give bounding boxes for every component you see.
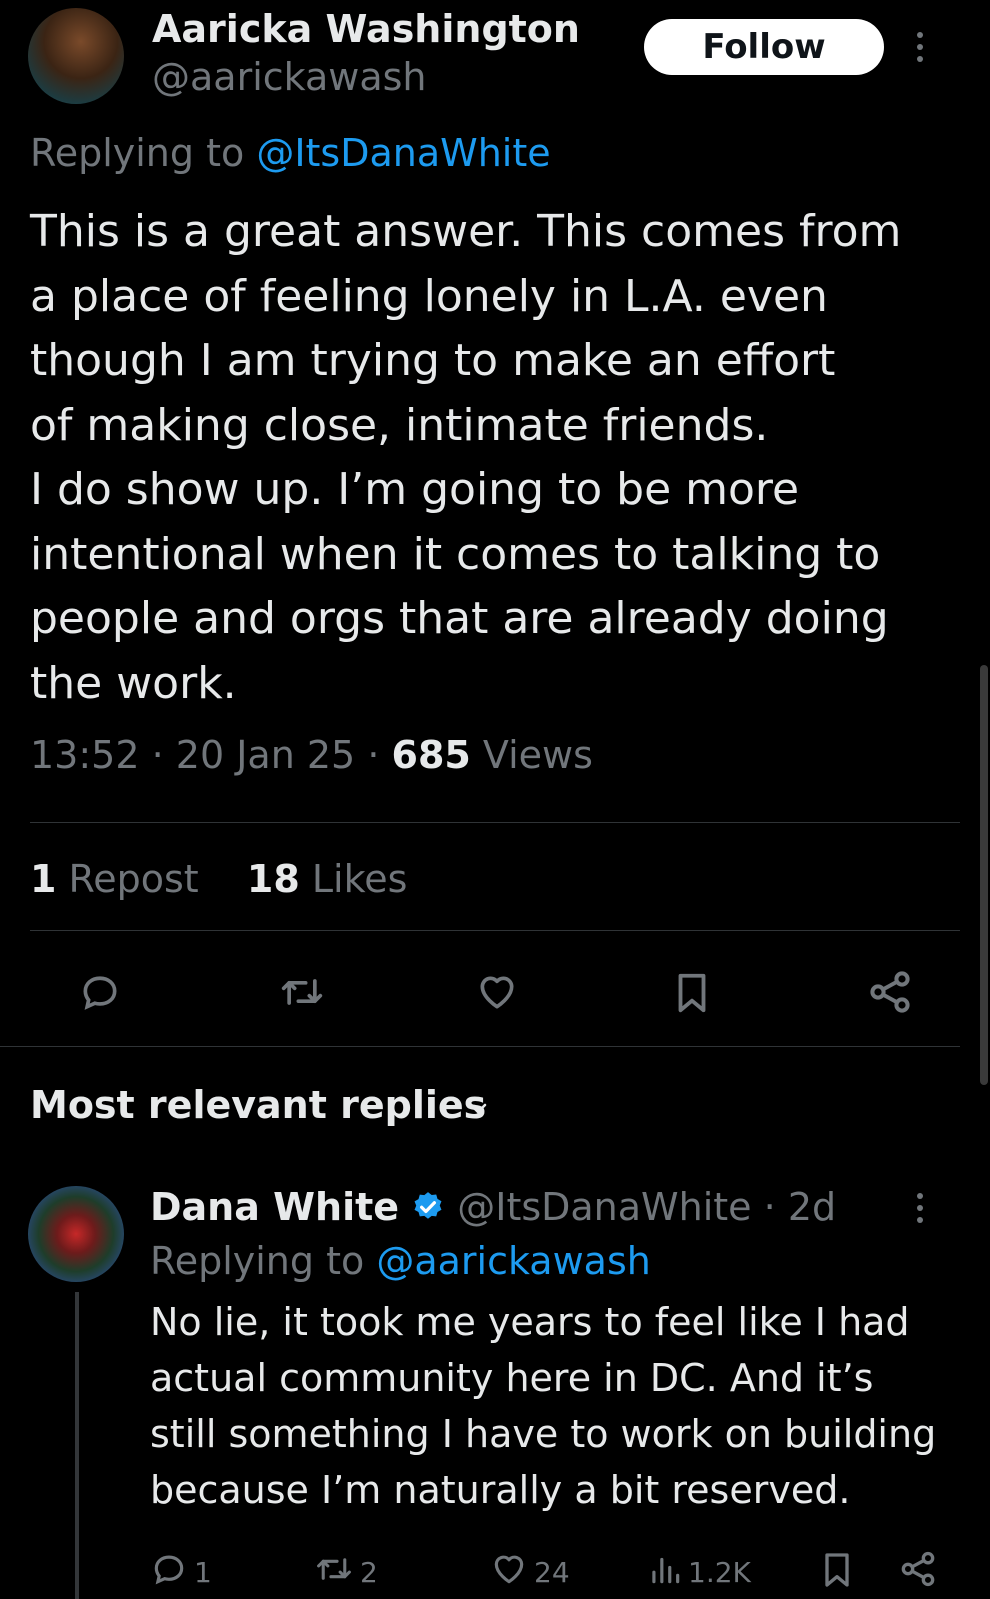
replying-to-handle[interactable]: @ItsDanaWhite: [256, 131, 550, 175]
reposts-count: 1: [30, 857, 57, 901]
divider: [30, 822, 960, 823]
replying-prefix: Replying to: [30, 131, 245, 175]
follow-button[interactable]: Follow: [644, 19, 884, 75]
reply-replying-to-handle[interactable]: @aarickawash: [376, 1239, 651, 1283]
likes-stat[interactable]: 18 Likes: [247, 857, 408, 901]
reply-avatar[interactable]: [28, 1186, 124, 1282]
reply-replying-prefix: Replying to: [150, 1239, 365, 1283]
tweet-meta: 13:52 · 20 Jan 25 · 685 Views: [30, 733, 593, 777]
reply-views-action[interactable]: 1.2K: [648, 1550, 751, 1595]
reply-replying-to: Replying to @aarickawash: [150, 1236, 651, 1286]
reposts-stat[interactable]: 1 Repost: [30, 857, 199, 901]
like-icon: [490, 1550, 528, 1595]
reply-icon[interactable]: [78, 970, 122, 1014]
replies-sort-header[interactable]: Most relevant replies: [30, 1080, 486, 1130]
share-icon[interactable]: [866, 968, 914, 1016]
reply-text: No lie, it took me years to feel like I …: [150, 1300, 937, 1512]
reply-bookmark-icon[interactable]: [820, 1550, 854, 1590]
views-label: Views: [482, 733, 593, 777]
tweet-time[interactable]: 13:52: [30, 733, 140, 777]
scrollbar[interactable]: [980, 665, 988, 1085]
chevron-down-icon[interactable]: [466, 1096, 490, 1120]
author-handle[interactable]: @aarickawash: [152, 54, 427, 100]
more-icon[interactable]: [910, 28, 930, 66]
reply-reply-action[interactable]: 1: [150, 1550, 212, 1595]
reply-more-icon[interactable]: [910, 1190, 930, 1226]
repost-icon[interactable]: [278, 970, 326, 1014]
tweet-date[interactable]: 20 Jan 25: [176, 733, 355, 777]
divider: [0, 1046, 960, 1047]
reply-replies-count: 1: [194, 1556, 212, 1589]
divider: [30, 930, 960, 931]
views-icon: [648, 1550, 682, 1595]
reply-author-handle[interactable]: @ItsDanaWhite: [457, 1185, 751, 1229]
reply-reposts-count: 2: [360, 1556, 378, 1589]
likes-label: Likes: [311, 857, 408, 901]
reply-icon: [150, 1550, 188, 1595]
reposts-label: Repost: [68, 857, 199, 901]
thread-line: [75, 1292, 79, 1599]
views-count: 685: [391, 733, 471, 777]
reply-author-name[interactable]: Dana White: [150, 1185, 399, 1229]
repost-icon: [314, 1550, 354, 1595]
reply-views-count: 1.2K: [688, 1556, 751, 1589]
author-avatar[interactable]: [28, 8, 124, 104]
reply-repost-action[interactable]: 2: [314, 1550, 378, 1595]
reply-share-icon[interactable]: [898, 1549, 938, 1589]
reply-likes-count: 24: [534, 1556, 570, 1589]
reply-age[interactable]: 2d: [788, 1185, 836, 1229]
replying-to: Replying to @ItsDanaWhite: [30, 128, 551, 178]
like-icon[interactable]: [474, 970, 520, 1014]
author-name[interactable]: Aaricka Washington: [152, 6, 580, 52]
tweet-stats: 1 Repost 18 Likes: [30, 854, 407, 904]
tweet-text: This is a great answer. This comes from …: [30, 206, 902, 709]
bookmark-icon[interactable]: [672, 970, 712, 1016]
reply-like-action[interactable]: 24: [490, 1550, 570, 1595]
section-title: Most relevant replies: [30, 1083, 487, 1127]
reply-header: Dana White @ItsDanaWhite · 2d: [150, 1182, 836, 1236]
likes-count: 18: [246, 857, 300, 901]
verified-badge-icon: [411, 1186, 445, 1236]
